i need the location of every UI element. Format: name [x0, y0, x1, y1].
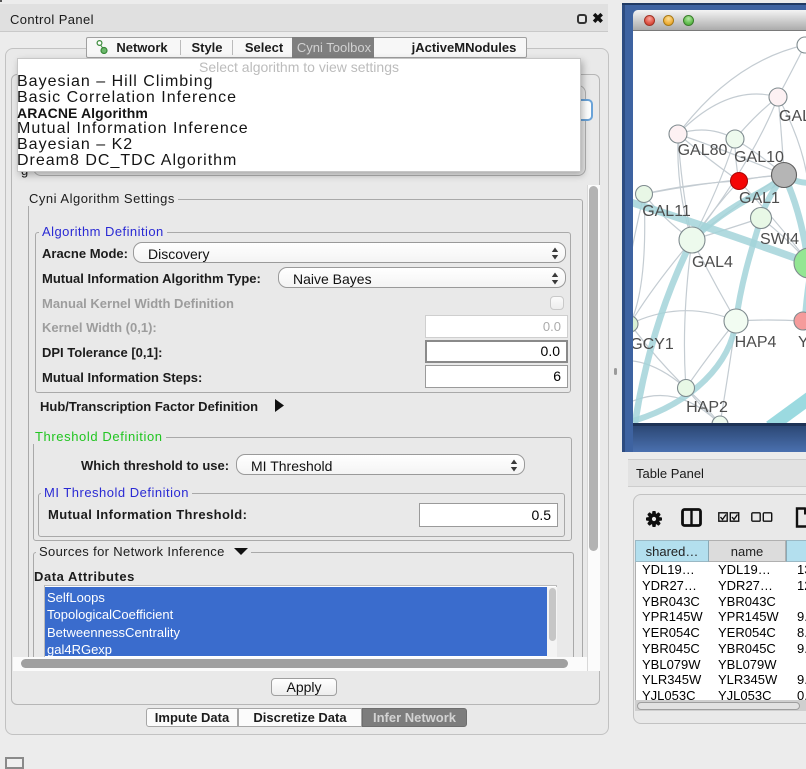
svg-text:GAL4: GAL4: [692, 254, 733, 271]
svg-text:GAL80: GAL80: [678, 142, 728, 159]
svg-text:HAP2: HAP2: [686, 399, 728, 416]
svg-text:GAL7: GAL7: [779, 108, 806, 125]
svg-text:Y: Y: [798, 334, 806, 351]
svg-text:GAL1: GAL1: [739, 190, 780, 207]
svg-text:GAL11: GAL11: [642, 203, 691, 220]
svg-text:GAL10: GAL10: [734, 149, 784, 166]
svg-text:SWI4: SWI4: [760, 231, 799, 248]
svg-text:GCY1: GCY1: [633, 336, 674, 353]
svg-text:HAP4: HAP4: [735, 334, 777, 351]
